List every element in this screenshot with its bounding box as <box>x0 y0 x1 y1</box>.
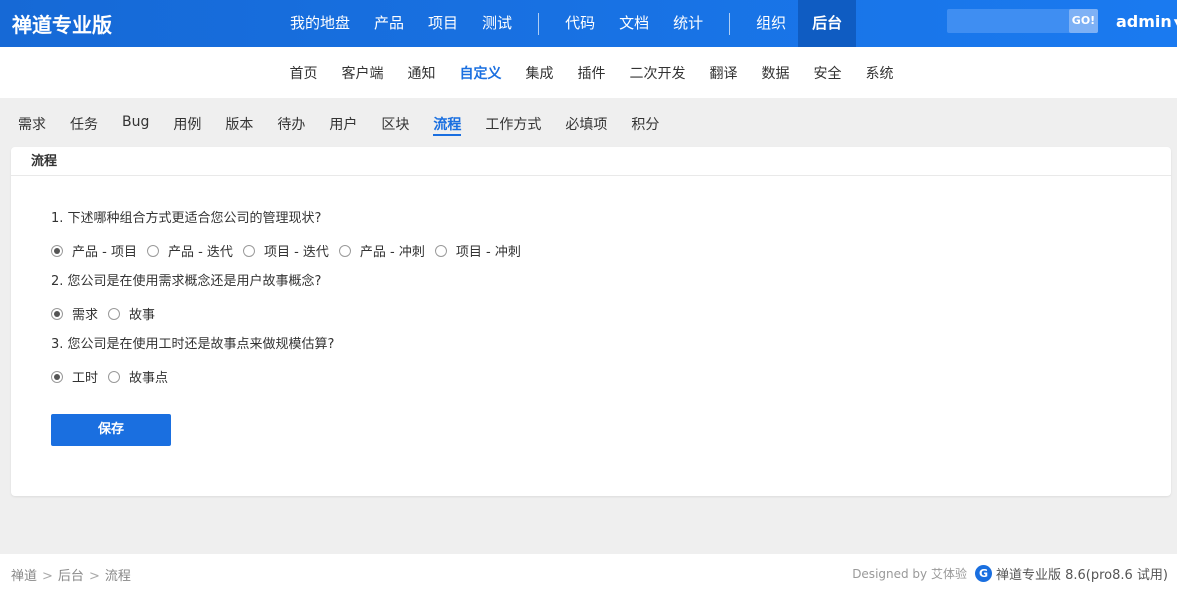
radio-checked[interactable] <box>51 244 63 257</box>
brand-logo[interactable]: 禅道专业版 <box>12 9 112 38</box>
flow-panel: 流程 1. 下述哪种组合方式更适合您公司的管理现状? 产品 - 项目 产品 - … <box>11 147 1171 496</box>
option-label: 产品 - 冲刺 <box>359 245 425 260</box>
footer-credits: Designed by 艾体验 G 禅道专业版 8.6(pro8.6 试用) <box>852 564 1168 583</box>
tab-todo[interactable]: 待办 <box>265 114 317 136</box>
sub-nav: 首页 客户端 通知 自定义 集成 插件 二次开发 翻译 数据 安全 系统 <box>0 47 1177 98</box>
radio[interactable] <box>434 244 447 257</box>
option-requirement[interactable]: 需求 <box>51 304 98 323</box>
radio-checked[interactable] <box>51 307 63 320</box>
nav-report[interactable]: 统计 <box>661 0 715 47</box>
nav-company[interactable]: 组织 <box>744 0 798 47</box>
option-label: 产品 - 项目 <box>72 245 137 260</box>
radio[interactable] <box>108 307 121 320</box>
option-label: 故事 <box>129 308 156 323</box>
question-1-options: 产品 - 项目 产品 - 迭代 项目 - 迭代 产品 - 冲刺 项目 - 冲刺 <box>51 241 531 260</box>
option-product-project[interactable]: 产品 - 项目 <box>51 241 137 260</box>
question-3-options: 工时 故事点 <box>51 367 178 386</box>
footer: 禅道 > 后台 > 流程 Designed by 艾体验 G 禅道专业版 8.6(pro… <box>0 554 1177 591</box>
breadcrumb-separator: > <box>88 569 100 584</box>
subnav-dev[interactable]: 二次开发 <box>618 63 698 83</box>
radio[interactable] <box>108 370 121 383</box>
subnav-extension[interactable]: 插件 <box>566 63 618 83</box>
tab-user[interactable]: 用户 <box>317 114 369 136</box>
user-menu[interactable]: admin▼ <box>1116 12 1177 31</box>
nav-project[interactable]: 项目 <box>416 0 470 47</box>
breadcrumb-separator: > <box>42 569 53 584</box>
subnav-system[interactable]: 系统 <box>854 63 906 83</box>
nav-test[interactable]: 测试 <box>470 0 524 47</box>
radio[interactable] <box>338 244 351 257</box>
subnav-home[interactable]: 首页 <box>278 63 330 83</box>
user-name: admin <box>1116 12 1172 31</box>
search-input[interactable]: GO! <box>947 9 1098 33</box>
radio[interactable] <box>146 244 159 257</box>
custom-tabs: 需求 任务 Bug 用例 版本 待办 用户 区块 流程 工作方式 必填项 积分 <box>6 114 671 136</box>
question-1: 1. 下述哪种组合方式更适合您公司的管理现状? <box>51 211 322 226</box>
nav-doc[interactable]: 文档 <box>607 0 661 47</box>
tab-working-mode[interactable]: 工作方式 <box>473 114 553 136</box>
tab-score[interactable]: 积分 <box>619 114 671 136</box>
question-2-options: 需求 故事 <box>51 304 165 323</box>
option-label: 项目 - 迭代 <box>263 245 329 260</box>
save-button[interactable]: 保存 <box>51 414 171 446</box>
tab-flow[interactable]: 流程 <box>421 114 473 136</box>
breadcrumb: 禅道 > 后台 > 流程 <box>11 565 131 584</box>
tab-story[interactable]: 需求 <box>6 114 58 136</box>
subnav-notify[interactable]: 通知 <box>396 63 448 83</box>
option-product-iteration[interactable]: 产品 - 迭代 <box>146 241 233 260</box>
zentao-logo-icon: G <box>974 565 992 582</box>
option-story-points[interactable]: 故事点 <box>108 367 168 386</box>
tab-required[interactable]: 必填项 <box>553 114 619 136</box>
option-label: 故事点 <box>129 371 169 386</box>
option-label: 工时 <box>72 371 99 386</box>
designed-by[interactable]: Designed by 艾体验 <box>852 565 967 582</box>
nav-divider <box>729 12 731 35</box>
option-hours[interactable]: 工时 <box>51 367 98 386</box>
breadcrumb-admin[interactable]: 后台 <box>58 569 84 584</box>
nav-divider <box>538 12 540 35</box>
option-label: 项目 - 冲刺 <box>455 245 521 260</box>
breadcrumb-home[interactable]: 禅道 <box>11 569 37 584</box>
version-text[interactable]: 禅道专业版 8.6(pro8.6 试用) <box>996 564 1168 583</box>
panel-title: 流程 <box>11 147 1171 176</box>
nav-code[interactable]: 代码 <box>553 0 607 47</box>
subnav-security[interactable]: 安全 <box>802 63 854 83</box>
subnav-data[interactable]: 数据 <box>750 63 802 83</box>
question-2: 2. 您公司是在使用需求概念还是用户故事概念? <box>51 274 322 289</box>
option-label: 需求 <box>72 308 99 323</box>
subnav-custom[interactable]: 自定义 <box>448 63 514 83</box>
radio[interactable] <box>242 244 255 257</box>
option-label: 产品 - 迭代 <box>167 245 233 260</box>
subnav-integration[interactable]: 集成 <box>514 63 566 83</box>
tab-bug[interactable]: Bug <box>110 114 161 136</box>
option-project-iteration[interactable]: 项目 - 迭代 <box>242 241 329 260</box>
subnav-translate[interactable]: 翻译 <box>698 63 750 83</box>
option-story[interactable]: 故事 <box>108 304 155 323</box>
question-3: 3. 您公司是在使用工时还是故事点来做规模估算? <box>51 337 335 352</box>
main-nav: 我的地盘 产品 项目 测试 代码 文档 统计 组织 后台 <box>278 0 857 47</box>
nav-admin[interactable]: 后台 <box>798 0 857 47</box>
tab-build[interactable]: 版本 <box>213 114 265 136</box>
option-project-sprint[interactable]: 项目 - 冲刺 <box>434 241 521 260</box>
nav-product[interactable]: 产品 <box>362 0 416 47</box>
tab-testcase[interactable]: 用例 <box>161 114 213 136</box>
tab-block[interactable]: 区块 <box>369 114 421 136</box>
subnav-client[interactable]: 客户端 <box>330 63 396 83</box>
option-product-sprint[interactable]: 产品 - 冲刺 <box>338 241 425 260</box>
nav-my-dashboard[interactable]: 我的地盘 <box>278 0 362 47</box>
radio-checked[interactable] <box>51 370 63 383</box>
breadcrumb-current: 流程 <box>104 569 131 584</box>
top-header: 禅道专业版 我的地盘 产品 项目 测试 代码 文档 统计 组织 后台 GO! a… <box>0 0 1177 47</box>
tab-task[interactable]: 任务 <box>58 114 110 136</box>
search-go-button[interactable]: GO! <box>1069 9 1098 33</box>
